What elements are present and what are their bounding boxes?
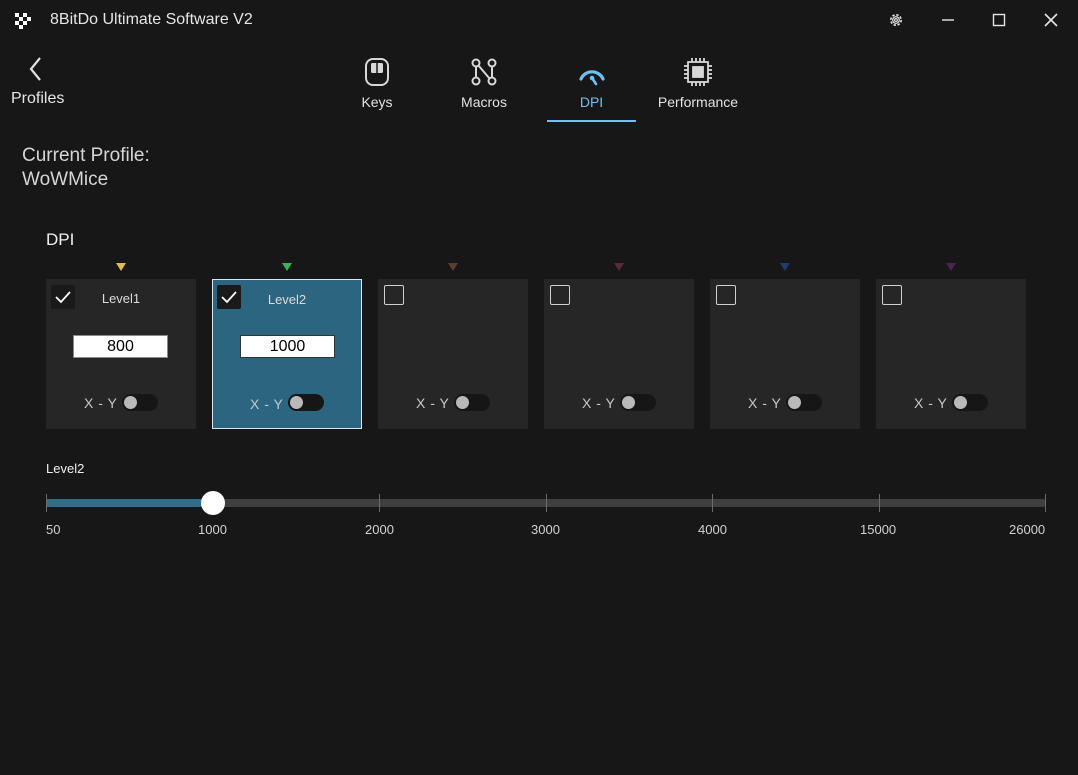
dpi-level-card-1[interactable]: Level1 X - Y (46, 279, 196, 429)
checkmark-icon (55, 291, 71, 304)
dpi-level-card-4[interactable]: X - Y (544, 279, 694, 429)
toggle-knob (124, 396, 137, 409)
mouse-icon (365, 58, 389, 86)
slider-level-label: Level2 (46, 461, 85, 476)
slider-tick (546, 494, 547, 512)
level-5-color-marker[interactable] (780, 263, 790, 271)
level-1-xy-toggle[interactable] (122, 394, 158, 411)
slider-tick-label: 1000 (198, 522, 227, 537)
level-2-xy-label: X - Y (250, 396, 284, 412)
app-logo-icon (15, 13, 31, 29)
dpi-gauge-icon (578, 70, 605, 86)
level-4-color-marker[interactable] (614, 263, 624, 271)
slider-tick-label: 50 (46, 522, 61, 537)
close-icon (1044, 13, 1058, 27)
settings-button[interactable] (879, 6, 913, 34)
chevron-left-icon (29, 57, 41, 81)
current-profile-caption: Current Profile: (22, 145, 150, 166)
checkmark-icon (221, 291, 237, 304)
slider-tick (379, 494, 380, 512)
settings-icon (890, 14, 902, 26)
level-3-xy-label: X - Y (416, 395, 450, 411)
dpi-slider-fill (46, 499, 213, 507)
level-1-name: Level1 (101, 291, 141, 306)
level-1-color-marker[interactable] (116, 263, 126, 271)
level-6-color-marker[interactable] (946, 263, 956, 271)
slider-tick (712, 494, 713, 512)
level-2-enable-checkbox[interactable] (217, 285, 241, 309)
level-2-dpi-input[interactable] (240, 335, 335, 358)
level-2-color-marker[interactable] (282, 263, 292, 271)
level-1-enable-checkbox[interactable] (51, 285, 75, 309)
slider-tick-label: 3000 (531, 522, 560, 537)
level-5-enable-checkbox[interactable] (716, 285, 736, 305)
dpi-slider-thumb[interactable] (201, 491, 225, 515)
slider-tick (46, 494, 47, 512)
current-profile-name: WoWMice (22, 169, 109, 190)
slider-tick-label: 4000 (698, 522, 727, 537)
dpi-level-card-6[interactable]: X - Y (876, 279, 1026, 429)
tab-dpi[interactable]: DPI (547, 54, 636, 122)
level-6-enable-checkbox[interactable] (882, 285, 902, 305)
level-3-enable-checkbox[interactable] (384, 285, 404, 305)
tab-macros-label: Macros (461, 94, 507, 110)
title-bar: 8BitDo Ultimate Software V2 (0, 0, 1078, 40)
back-to-profiles-button[interactable]: Profiles (10, 56, 70, 112)
dpi-level-card-2[interactable]: Level2 X - Y (212, 279, 362, 429)
minimize-icon (942, 19, 954, 21)
app-title: 8BitDo Ultimate Software V2 (50, 11, 253, 28)
chip-icon (684, 58, 712, 86)
level-4-xy-toggle[interactable] (620, 394, 656, 411)
level-4-enable-checkbox[interactable] (550, 285, 570, 305)
level-6-xy-toggle[interactable] (952, 394, 988, 411)
macro-nodes-icon (471, 58, 497, 86)
toggle-knob (954, 396, 967, 409)
toggle-knob (788, 396, 801, 409)
level-4-xy-label: X - Y (582, 395, 616, 411)
level-3-xy-toggle[interactable] (454, 394, 490, 411)
level-1-dpi-input[interactable] (73, 335, 168, 358)
dpi-level-card-5[interactable]: X - Y (710, 279, 860, 429)
tab-keys-label: Keys (361, 94, 393, 110)
maximize-button[interactable] (982, 6, 1016, 34)
toggle-knob (622, 396, 635, 409)
tab-keys[interactable]: Keys (342, 54, 412, 122)
level-1-xy-label: X - Y (84, 395, 118, 411)
minimize-button[interactable] (931, 6, 965, 34)
dpi-section-title: DPI (46, 230, 75, 249)
tab-performance-label: Performance (657, 94, 739, 110)
toggle-knob (456, 396, 469, 409)
slider-tick-label: 26000 (1009, 522, 1046, 537)
level-6-xy-label: X - Y (914, 395, 948, 411)
toggle-knob (290, 396, 303, 409)
slider-tick (1045, 494, 1046, 512)
active-tab-indicator (547, 120, 636, 122)
maximize-icon (992, 13, 1006, 27)
level-5-xy-label: X - Y (748, 395, 782, 411)
level-2-name: Level2 (267, 292, 307, 307)
level-5-xy-toggle[interactable] (786, 394, 822, 411)
slider-tick-label: 2000 (365, 522, 394, 537)
slider-tick-label: 15000 (860, 522, 897, 537)
level-2-xy-toggle[interactable] (288, 394, 324, 411)
slider-tick (879, 494, 880, 512)
dpi-level-card-3[interactable]: X - Y (378, 279, 528, 429)
tab-macros[interactable]: Macros (449, 54, 519, 122)
tab-dpi-label: DPI (579, 94, 604, 110)
close-button[interactable] (1034, 6, 1068, 34)
back-label: Profiles (11, 90, 65, 107)
level-3-color-marker[interactable] (448, 263, 458, 271)
tab-performance[interactable]: Performance (653, 54, 743, 122)
